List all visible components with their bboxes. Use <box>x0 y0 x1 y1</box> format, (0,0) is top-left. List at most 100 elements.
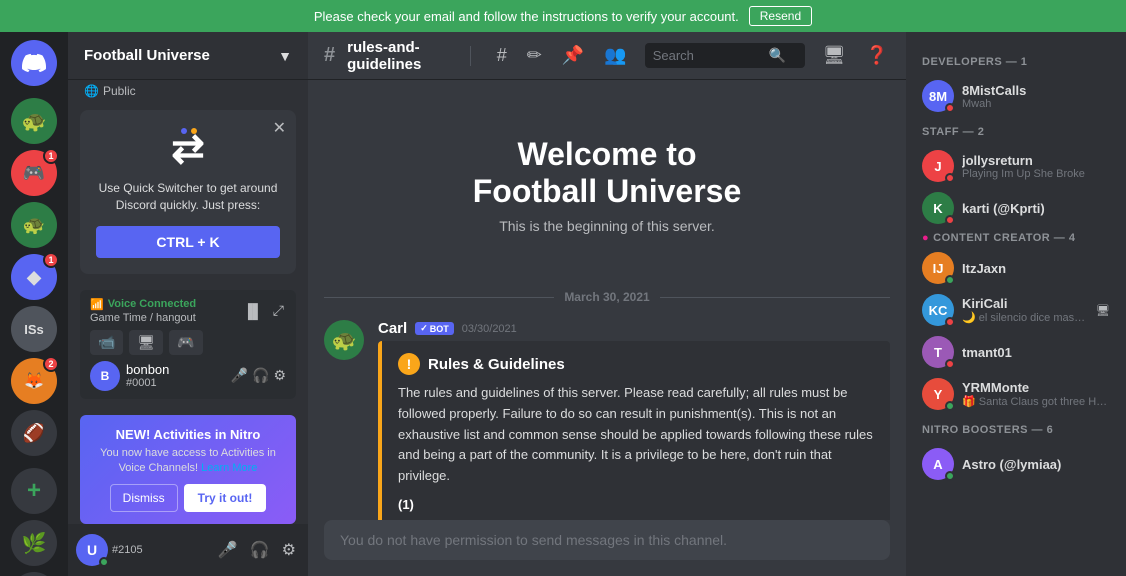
bonbon-avatar: B <box>90 361 120 391</box>
kiri-activity-text: el silencio dice mas que... <box>979 312 1088 324</box>
member-avatar-tmant01: T <box>922 336 954 368</box>
date-divider: March 30, 2021 <box>324 290 890 304</box>
status-dot-8mistcalls <box>945 103 955 113</box>
member-info-tmant01: tmant01 <box>962 345 1110 360</box>
server-badge: 1 <box>43 148 59 164</box>
welcome-subtitle: This is the beginning of this server. <box>344 218 870 234</box>
date-label: March 30, 2021 <box>564 290 649 304</box>
members-icon-button[interactable]: 👥 <box>602 43 628 68</box>
kiri-emoji: 🌙 <box>962 312 976 324</box>
mute-button[interactable]: 🎤 <box>231 367 248 384</box>
header-icons: # ✏ 📌 👥 🔍 🖥 ❓ <box>495 43 890 68</box>
tryit-button[interactable]: Try it out! <box>184 484 267 512</box>
server-icon-orange[interactable]: 🦊 2 <box>11 358 57 404</box>
voice-status: 📶 Voice Connected <box>90 298 196 311</box>
member-name-karti: karti (@Kprti) <box>962 201 1110 216</box>
add-server-button[interactable]: + <box>11 468 57 514</box>
server-icon-red[interactable]: 🎮 1 <box>11 150 57 196</box>
explore-servers-button[interactable]: 🌿 <box>11 520 57 566</box>
pin-icon-button[interactable]: 📌 <box>560 43 586 68</box>
channel-name-header: rules-and-guidelines <box>347 39 458 73</box>
camera-button[interactable]: 📹 <box>90 330 123 355</box>
user-controls: 🎤 🎧 ⚙ <box>214 538 300 562</box>
learn-more-link[interactable]: Learn More <box>201 462 257 474</box>
member-jollysreturn[interactable]: J jollysreturn Playing Im Up She Broke <box>914 146 1118 186</box>
slash-icon-button[interactable]: 🎤 <box>214 538 242 562</box>
headphones-button[interactable]: 🎧 <box>252 367 269 384</box>
server-icon-football-universe[interactable]: 🐢 <box>11 98 57 144</box>
member-avatar-astro: A <box>922 448 954 480</box>
member-avatar-ItzJaxn: IJ <box>922 252 954 284</box>
server-icon-discord-home[interactable] <box>11 40 57 86</box>
member-info-8mistcalls: 8MistCalls Mwah <box>962 83 1110 110</box>
message-input-box: You do not have permission to send messa… <box>324 520 890 560</box>
threads-icon-button[interactable]: # <box>495 43 509 68</box>
dismiss-button[interactable]: Dismiss <box>110 484 178 512</box>
voice-bars-button[interactable]: ▐▌ <box>241 300 265 321</box>
member-name-8mistcalls: 8MistCalls <box>962 83 1110 98</box>
member-avatar-karti: K <box>922 192 954 224</box>
voice-controls: ▐▌ ⤢ <box>241 300 286 321</box>
server-name: Football Universe <box>84 47 210 64</box>
welcome-title: Welcome toFootball Universe <box>344 136 870 210</box>
search-submit-button[interactable]: 🔍 <box>769 47 786 64</box>
server-header[interactable]: Football Universe ▼ <box>68 32 308 80</box>
rules-embed-icon: ! <box>398 353 420 375</box>
voice-user-info: B bonbon #0001 <box>90 361 169 391</box>
bonbon-name: bonbon <box>126 362 169 377</box>
public-label: Public <box>103 84 136 98</box>
quick-switcher-shortcut-button[interactable]: CTRL + K <box>96 226 280 258</box>
iss-label: ISs <box>24 322 44 337</box>
checkmark-icon: ✓ <box>420 323 428 334</box>
deafen-button[interactable]: 🎧 <box>246 538 274 562</box>
member-name-jollysreturn: jollysreturn <box>962 153 1110 168</box>
member-8mistcalls[interactable]: 8M 8MistCalls Mwah <box>914 76 1118 116</box>
activity-button[interactable]: 🎮 <box>169 330 202 355</box>
member-YRMMonte[interactable]: Y YRMMonte 🎁 Santa Claus got three Hos..… <box>914 374 1118 414</box>
settings-button[interactable]: ⚙ <box>273 367 286 384</box>
signal-icon: 📶 <box>90 298 104 311</box>
bot-label: BOT <box>430 324 449 334</box>
nitro-buttons: Dismiss Try it out! <box>92 484 284 512</box>
inbox-icon-button[interactable]: 🖥 <box>821 43 848 68</box>
member-avatar-8mistcalls: 8M <box>922 80 954 112</box>
member-astro[interactable]: A Astro (@lymiaa) <box>914 444 1118 484</box>
rules-body-paragraph-1: The rules and guidelines of this server.… <box>398 383 874 487</box>
help-icon-button[interactable]: ❓ <box>864 43 890 68</box>
rules-embed-body: The rules and guidelines of this server.… <box>398 383 874 520</box>
channel-header: # rules-and-guidelines The rules and gui… <box>308 32 906 80</box>
edit-icon-button[interactable]: ✏ <box>525 43 544 68</box>
voice-user-row: B bonbon #0001 🎤 🎧 ⚙ <box>90 361 286 391</box>
server-icon-iss[interactable]: ISs <box>11 306 57 352</box>
user-settings-button[interactable]: ⚙ <box>278 538 300 562</box>
member-KiriCali[interactable]: KC KiriCali 🌙 el silencio dice mas que..… <box>914 290 1118 330</box>
member-activity-jollysreturn: Playing Im Up She Broke <box>962 168 1110 180</box>
category-nitro-boosters: NITRO BOOSTERS — 6 <box>914 416 1118 440</box>
nitro-title: NEW! Activities in Nitro <box>92 427 284 442</box>
message-content: Carl ✓ BOT 03/30/2021 ! Rules & Guidelin… <box>378 320 890 520</box>
rules-embed-header: ! Rules & Guidelines <box>398 353 874 375</box>
server-icon-blue[interactable]: ◆ 1 <box>11 254 57 300</box>
message-area[interactable]: Welcome toFootball Universe This is the … <box>308 80 906 520</box>
member-info-YRMMonte: YRMMonte 🎁 Santa Claus got three Hos... <box>962 380 1110 408</box>
resend-button[interactable]: Resend <box>749 6 812 26</box>
server-icon-helmet[interactable]: 🏈 <box>11 410 57 456</box>
member-ItzJaxn[interactable]: IJ ItzJaxn <box>914 248 1118 288</box>
nitro-activities-banner: NEW! Activities in Nitro You now have ac… <box>80 415 296 525</box>
member-tmant01[interactable]: T tmant01 <box>914 332 1118 372</box>
voice-expand-button[interactable]: ⤢ <box>271 300 286 321</box>
rules-embed-title: Rules & Guidelines <box>428 356 565 373</box>
carl-avatar: 🐢 <box>324 320 364 360</box>
search-input[interactable] <box>653 48 763 63</box>
server-icon-green[interactable]: 🐢 <box>11 202 57 248</box>
quick-switcher-description: Use Quick Switcher to get around Discord… <box>96 180 280 214</box>
message-timestamp: 03/30/2021 <box>462 323 517 335</box>
user-tag: #2105 <box>112 544 210 556</box>
member-name-tmant01: tmant01 <box>962 345 1110 360</box>
download-button[interactable]: ⬇ <box>11 572 57 576</box>
screen-share-button[interactable]: 🖥 <box>129 330 163 355</box>
member-name-YRMMonte: YRMMonte <box>962 380 1110 395</box>
member-name-KiriCali: KiriCali <box>962 296 1088 311</box>
category-developers: DEVELOPERS — 1 <box>914 48 1118 72</box>
member-karti[interactable]: K karti (@Kprti) <box>914 188 1118 228</box>
